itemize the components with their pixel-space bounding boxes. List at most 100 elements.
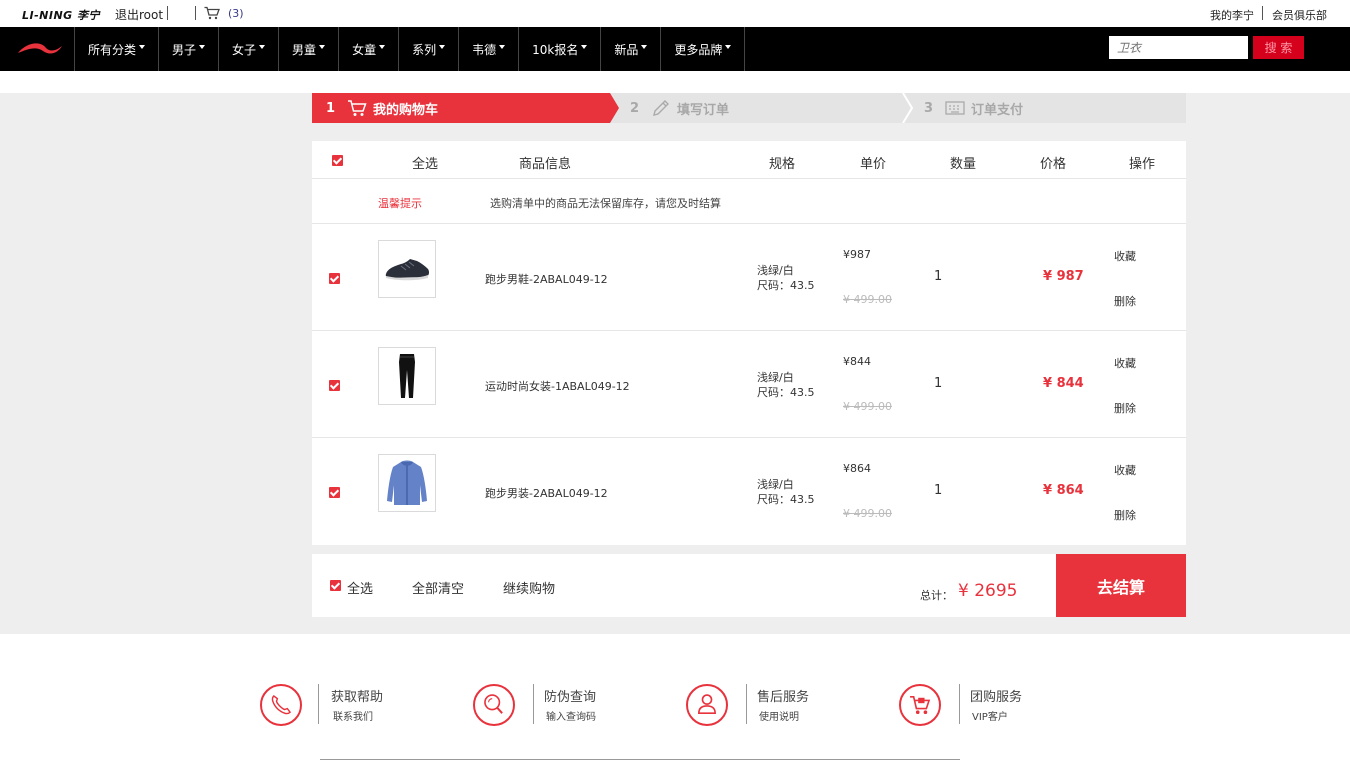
- nav-item-label: 女童: [352, 42, 377, 57]
- nav-item-label: 10k报名: [532, 42, 579, 57]
- service-subtitle: 使用说明: [759, 712, 799, 723]
- cart-icon[interactable]: [204, 6, 220, 20]
- quantity-value[interactable]: 1: [934, 483, 942, 498]
- product-spec: 浅绿/白 尺码：43.5: [757, 477, 815, 507]
- lining-logo-icon[interactable]: [16, 41, 64, 57]
- service-title: 售后服务: [757, 690, 810, 705]
- original-price: ¥ 499.00: [843, 507, 892, 520]
- brand-text[interactable]: LI-NING 李宁: [22, 7, 100, 23]
- line-total: ¥ 864: [1043, 483, 1084, 498]
- favorite-link[interactable]: 收藏: [1114, 462, 1136, 478]
- step-number: 3: [924, 100, 934, 116]
- delete-link[interactable]: 删除: [1114, 293, 1136, 309]
- delete-link[interactable]: 删除: [1114, 507, 1136, 523]
- cart-main: 1 我的购物车 2 填写订单 3 订单支付 全选 商品信息 规格 单价 数量 价…: [0, 93, 1350, 634]
- spec-size: 尺码：43.5: [757, 279, 815, 292]
- header-price: 价格: [1040, 157, 1067, 172]
- service-divider: [533, 684, 534, 724]
- checkout-button[interactable]: 去结算: [1056, 554, 1186, 617]
- nav-item-more-brands[interactable]: 更多品牌: [660, 27, 746, 71]
- caret-down-icon: [379, 45, 386, 49]
- nav-item-series[interactable]: 系列: [398, 27, 458, 71]
- my-lining-link[interactable]: 我的李宁: [1210, 7, 1254, 23]
- search-button[interactable]: 搜 索: [1253, 36, 1304, 59]
- header-product: 商品信息: [519, 157, 572, 172]
- service-divider: [746, 684, 747, 724]
- nav-item-new[interactable]: 新品: [600, 27, 660, 71]
- original-price: ¥ 499.00: [843, 293, 892, 306]
- top-divider: [1262, 6, 1263, 20]
- nav-item-boys[interactable]: 男童: [278, 27, 338, 71]
- service-subtitle: 输入查询码: [546, 712, 596, 723]
- nav-item-girls[interactable]: 女童: [338, 27, 398, 71]
- table-header: 全选 商品信息 规格 单价 数量 价格 操作: [312, 141, 1186, 179]
- item-checkbox[interactable]: [329, 273, 340, 284]
- delete-link[interactable]: 删除: [1114, 400, 1136, 416]
- nav-item-label: 更多品牌: [674, 42, 723, 57]
- member-club-link[interactable]: 会员俱乐部: [1272, 7, 1327, 23]
- nav-item-all-categories[interactable]: 所有分类: [74, 27, 158, 71]
- caret-down-icon: [641, 45, 648, 49]
- table-row: 跑步男鞋-2ABAL049-12 浅绿/白 尺码：43.5 ¥987 ¥ 499…: [312, 224, 1186, 331]
- favorite-link[interactable]: 收藏: [1114, 355, 1136, 371]
- nav-item-women[interactable]: 女子: [218, 27, 278, 71]
- logout-link[interactable]: 退出root: [115, 6, 163, 23]
- nav-item-10k-signup[interactable]: 10k报名: [518, 27, 600, 71]
- phone-icon: [260, 684, 302, 726]
- quantity-value[interactable]: 1: [934, 376, 942, 391]
- nav-item-wade[interactable]: 韦德: [458, 27, 518, 71]
- clear-all-button[interactable]: 全部清空: [412, 578, 464, 597]
- continue-shopping-button[interactable]: 继续购物: [503, 578, 555, 597]
- product-name-link[interactable]: 跑步男鞋-2ABAL049-12: [485, 271, 608, 287]
- header-unit-price: 单价: [860, 157, 887, 172]
- footer-divider: [320, 759, 960, 760]
- pants-image-icon: [399, 354, 415, 398]
- top-bar: LI-NING 李宁 退出root (3) 我的李宁 会员俱乐部: [0, 0, 1350, 27]
- search-input[interactable]: [1109, 36, 1248, 59]
- step-fill-order: 2 填写订单: [630, 93, 729, 123]
- cart-count[interactable]: (3): [228, 7, 244, 20]
- header-actions: 操作: [1129, 157, 1156, 172]
- service-title: 团购服务: [970, 690, 1023, 705]
- item-checkbox[interactable]: [329, 380, 340, 391]
- total-value: ¥ 2695: [958, 581, 1018, 601]
- step-order-payment: 3 订单支付: [924, 93, 1023, 123]
- nav-menu: 所有分类 男子 女子 男童 女童 系列 韦德 10k报名 新品 更多品牌: [74, 27, 746, 71]
- total-label: 总计：: [920, 589, 953, 602]
- item-checkbox[interactable]: [329, 487, 340, 498]
- favorite-link[interactable]: 收藏: [1114, 248, 1136, 264]
- select-all-checkbox-bottom[interactable]: [330, 580, 341, 591]
- product-thumbnail[interactable]: [378, 454, 436, 512]
- spec-size: 尺码：43.5: [757, 493, 815, 506]
- spec-color: 浅绿/白: [757, 371, 794, 384]
- header-select-all: 全选: [412, 157, 439, 172]
- nav-item-label: 女子: [232, 42, 257, 57]
- product-thumbnail[interactable]: [378, 347, 436, 405]
- quantity-value[interactable]: 1: [934, 269, 942, 284]
- unit-price: ¥987: [843, 248, 871, 261]
- nav-item-men[interactable]: 男子: [158, 27, 218, 71]
- service-divider: [318, 684, 319, 724]
- caret-down-icon: [319, 45, 326, 49]
- product-name-link[interactable]: 运动时尚女装-1ABAL049-12: [485, 378, 630, 394]
- table-row: 跑步男装-2ABAL049-12 浅绿/白 尺码：43.5 ¥864 ¥ 499…: [312, 438, 1186, 545]
- nav-item-label: 所有分类: [88, 42, 137, 57]
- step-label: 填写订单: [677, 102, 730, 118]
- step-number: 2: [630, 100, 640, 116]
- cart-icon: [899, 684, 941, 726]
- product-name-link[interactable]: 跑步男装-2ABAL049-12: [485, 485, 608, 501]
- product-spec: 浅绿/白 尺码：43.5: [757, 263, 815, 293]
- nav-item-label: 男童: [292, 42, 317, 57]
- caret-down-icon: [499, 45, 506, 49]
- nav-bar: 所有分类 男子 女子 男童 女童 系列 韦德 10k报名 新品 更多品牌 搜 索: [0, 27, 1350, 71]
- nav-item-label: 韦德: [472, 42, 497, 57]
- caret-down-icon: [139, 45, 146, 49]
- step-number: 1: [326, 100, 336, 116]
- product-thumbnail[interactable]: [378, 240, 436, 298]
- header-quantity: 数量: [950, 157, 977, 172]
- select-all-label[interactable]: 全选: [347, 578, 373, 597]
- select-all-checkbox[interactable]: [332, 155, 343, 166]
- nav-item-label: 男子: [172, 42, 197, 57]
- pencil-icon: [653, 100, 670, 116]
- caret-down-icon: [259, 45, 266, 49]
